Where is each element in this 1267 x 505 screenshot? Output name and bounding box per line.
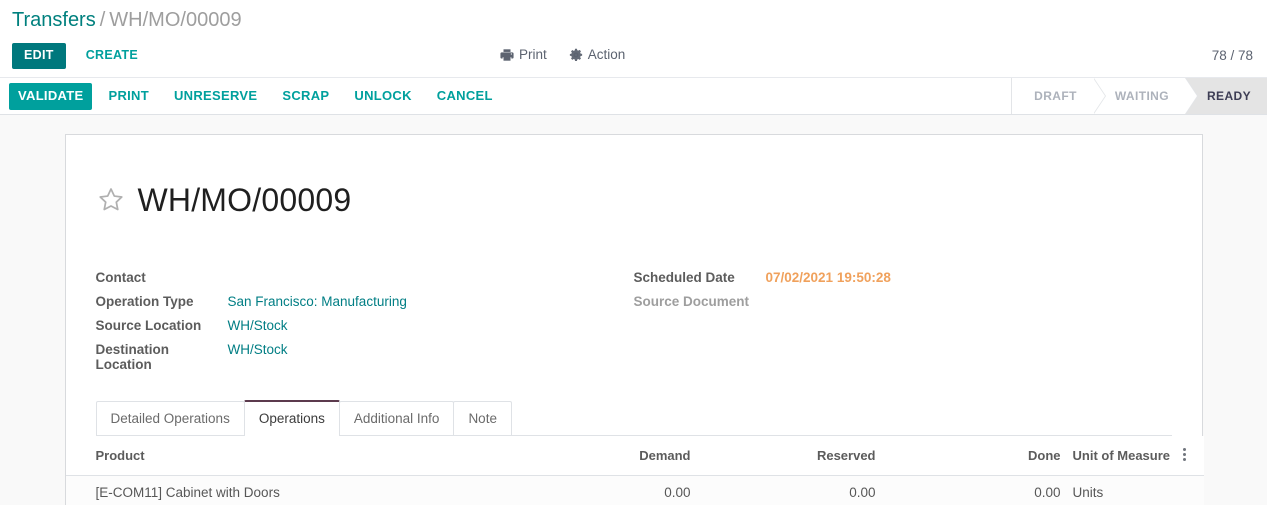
scrap-button[interactable]: SCRAP — [273, 83, 338, 110]
field-label-contact: Contact — [95, 269, 146, 285]
validate-button[interactable]: VALIDATE — [9, 83, 93, 110]
breadcrumb-current-record: WH/MO/00009 — [109, 9, 242, 31]
field-source-document: Source Document — [634, 294, 1172, 318]
cell-unit-of-measure[interactable]: Units — [1060, 475, 1166, 505]
record-pager[interactable]: 78 / 78 — [1212, 48, 1253, 64]
field-label-operation-type: Operation Type — [95, 293, 194, 309]
breadcrumb-separator: / — [99, 9, 106, 31]
print-label: Print — [519, 47, 547, 62]
statusbar-row: VALIDATE PRINT UNRESERVE SCRAP UNLOCK CA… — [0, 78, 1267, 115]
form-sheet-area: WH/MO/00009 Contact Operation Type San F… — [0, 115, 1267, 505]
table-header-row: Product Demand Reserved Done Unit of Mea… — [65, 435, 1204, 476]
status-stage-waiting[interactable]: WAITING — [1092, 78, 1199, 114]
operations-table-head: Product Demand Reserved Done Unit of Mea… — [65, 435, 1204, 476]
unreserve-button[interactable]: UNRESERVE — [165, 83, 266, 110]
cell-demand[interactable]: 0.00 — [505, 475, 691, 505]
tab-additional-info[interactable]: Additional Info — [338, 400, 455, 435]
control-panel-left: EDIT CREATE — [12, 42, 142, 69]
gear-icon — [569, 48, 583, 62]
status-pipeline: DRAFT WAITING READY — [1011, 78, 1267, 114]
field-column-right: Scheduled Date 07/02/2021 19:50:28 Sourc… — [634, 270, 1172, 366]
vertical-dots-icon[interactable] — [1183, 446, 1186, 463]
action-menu[interactable]: Action — [569, 47, 626, 63]
status-stage-draft[interactable]: DRAFT — [1012, 78, 1106, 114]
column-header-demand[interactable]: Demand — [505, 435, 691, 476]
cell-product[interactable]: [E-COM11] Cabinet with Doors — [65, 475, 506, 505]
operations-table-body: [E-COM11] Cabinet with Doors 0.00 0.00 0… — [65, 475, 1204, 505]
breadcrumb: Transfers / WH/MO/00009 — [12, 8, 1267, 32]
cancel-button[interactable]: CANCEL — [428, 83, 502, 110]
control-panel-center: Print Action — [500, 47, 625, 63]
create-button[interactable]: CREATE — [82, 42, 142, 69]
field-column-left: Contact Operation Type San Francisco: Ma… — [96, 270, 634, 372]
column-header-reserved[interactable]: Reserved — [690, 435, 876, 476]
field-contact: Contact — [96, 270, 634, 294]
cell-row-options — [1165, 475, 1204, 505]
breadcrumb-bar: Transfers / WH/MO/00009 — [0, 0, 1267, 34]
column-header-done[interactable]: Done — [875, 435, 1061, 476]
tab-operations[interactable]: Operations — [243, 399, 340, 436]
field-scheduled-date: Scheduled Date 07/02/2021 19:50:28 — [634, 270, 1172, 294]
statusbar-buttons: VALIDATE PRINT UNRESERVE SCRAP UNLOCK CA… — [9, 83, 502, 110]
action-label: Action — [587, 47, 626, 62]
field-value-scheduled-date[interactable]: 07/02/2021 19:50:28 — [766, 270, 891, 285]
tab-note[interactable]: Note — [453, 400, 512, 435]
column-header-product[interactable]: Product — [65, 435, 506, 476]
star-icon[interactable] — [96, 185, 126, 215]
page-title: WH/MO/00009 — [137, 182, 352, 219]
field-operation-type: Operation Type San Francisco: Manufactur… — [96, 294, 634, 318]
table-row[interactable]: [E-COM11] Cabinet with Doors 0.00 0.00 0… — [65, 475, 1204, 505]
field-label-destination-location: Destination Location — [95, 341, 170, 372]
notebook-tabs: Detailed Operations Operations Additiona… — [95, 399, 1172, 436]
odoo-transfer-form-page: Transfers / WH/MO/00009 EDIT CREATE Print — [0, 0, 1267, 505]
field-label-scheduled-date: Scheduled Date — [633, 269, 735, 285]
field-group: Contact Operation Type San Francisco: Ma… — [96, 270, 1172, 372]
control-panel: EDIT CREATE Print Action 78 / 78 — [0, 34, 1267, 78]
record-title-row: WH/MO/00009 — [96, 161, 1172, 240]
field-label-source-document: Source Document — [633, 293, 750, 309]
notebook: Detailed Operations Operations Additiona… — [65, 399, 1204, 505]
cell-done[interactable]: 0.00 — [875, 475, 1061, 505]
field-value-destination-location[interactable]: WH/Stock — [228, 342, 288, 357]
print-menu[interactable]: Print — [500, 47, 547, 63]
column-options-toggle[interactable] — [1165, 435, 1204, 476]
unlock-button[interactable]: UNLOCK — [345, 83, 420, 110]
field-label-source-location: Source Location — [95, 317, 202, 333]
column-header-unit-of-measure[interactable]: Unit of Measure — [1060, 435, 1170, 476]
field-destination-location: Destination Location WH/Stock — [96, 342, 634, 372]
field-value-operation-type[interactable]: San Francisco: Manufacturing — [228, 294, 407, 309]
printer-icon — [500, 48, 514, 62]
print-button[interactable]: PRINT — [99, 83, 158, 110]
field-value-source-location[interactable]: WH/Stock — [228, 318, 288, 333]
edit-button[interactable]: EDIT — [12, 42, 66, 69]
pager-text: 78 / 78 — [1211, 48, 1253, 63]
form-sheet: WH/MO/00009 Contact Operation Type San F… — [64, 134, 1204, 505]
tab-detailed-operations[interactable]: Detailed Operations — [95, 400, 245, 435]
field-source-location: Source Location WH/Stock — [96, 318, 634, 342]
operations-table: Product Demand Reserved Done Unit of Mea… — [65, 435, 1204, 505]
cell-reserved[interactable]: 0.00 — [690, 475, 876, 505]
breadcrumb-root-transfers[interactable]: Transfers — [12, 9, 96, 31]
